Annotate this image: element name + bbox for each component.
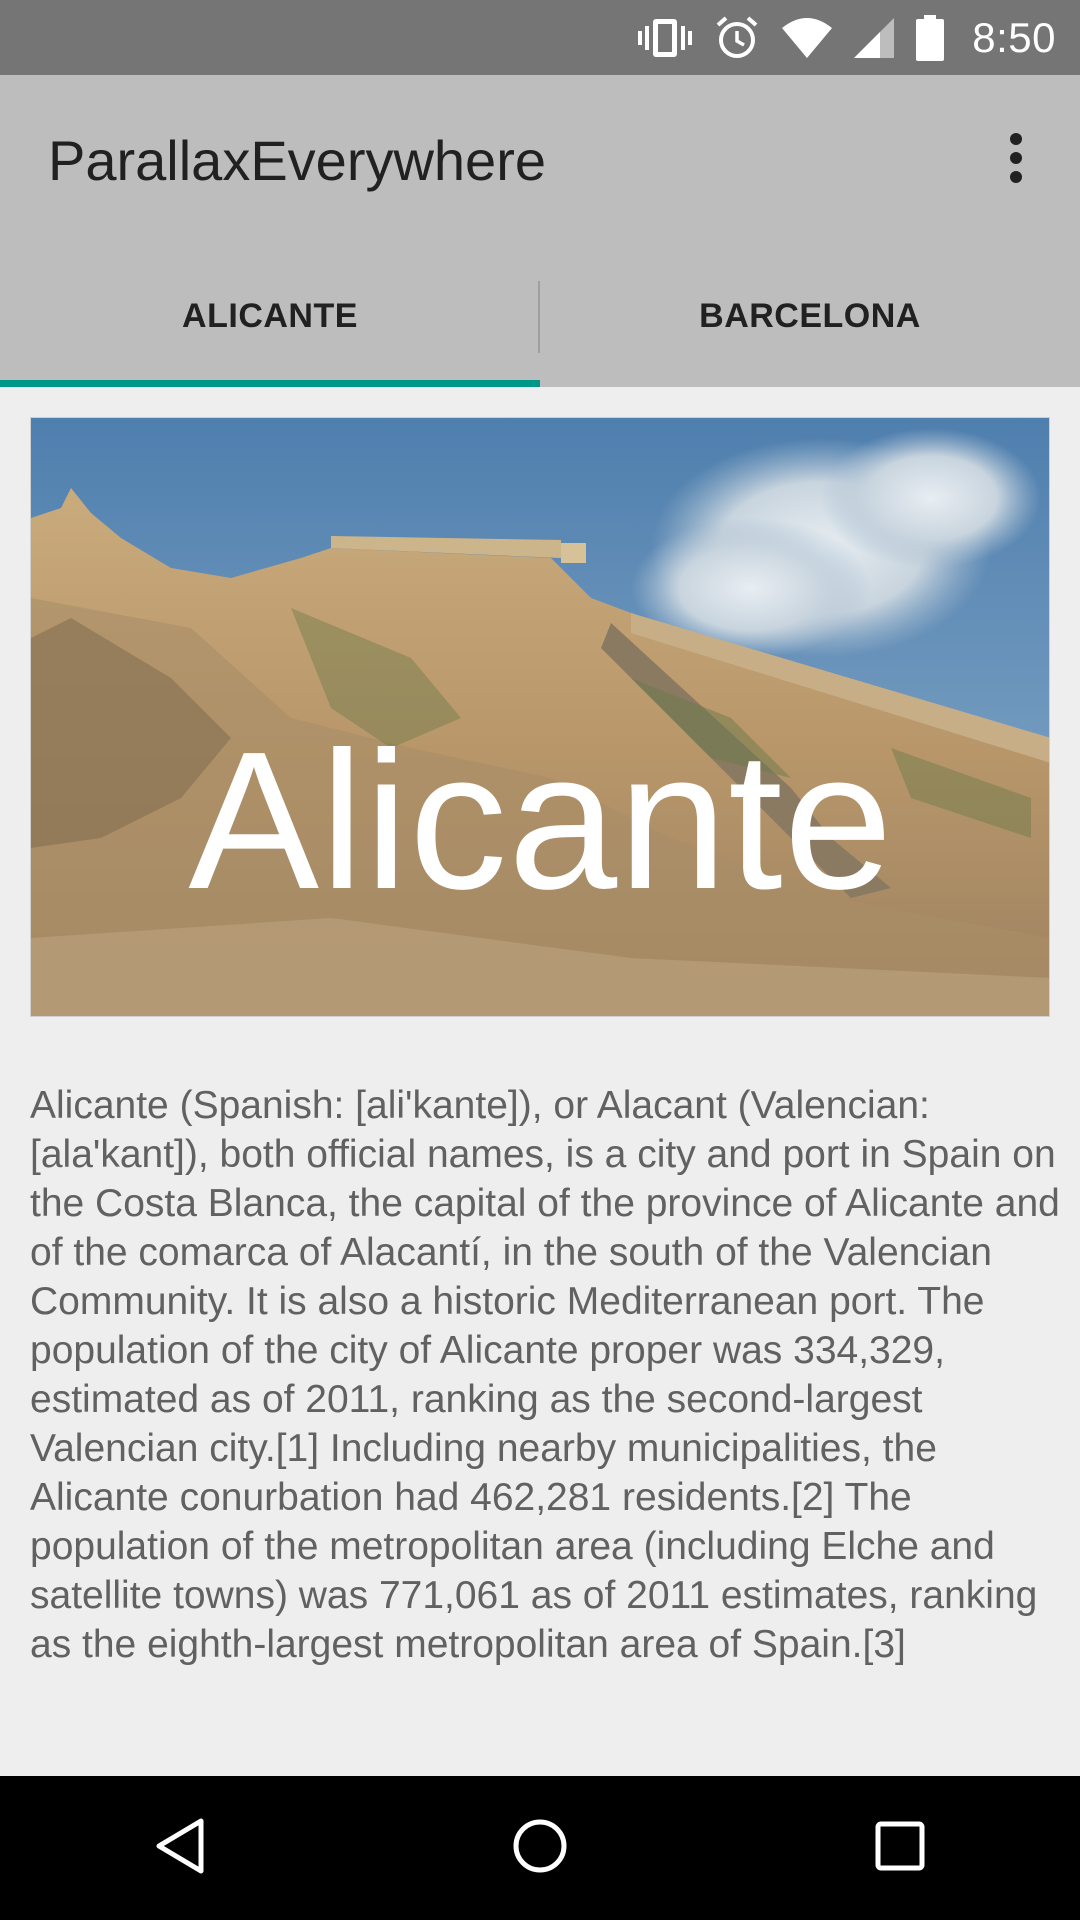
overflow-menu-button[interactable] (986, 120, 1046, 200)
status-icons: 8:50 (638, 13, 1056, 63)
app-title: ParallaxEverywhere (48, 128, 546, 192)
content-scroll[interactable]: Alicante Alicante (Spanish: [ali'kante])… (0, 387, 1080, 1776)
recents-button[interactable] (840, 1788, 960, 1908)
status-bar: 8:50 (0, 0, 1080, 75)
tab-indicator (0, 380, 540, 387)
tab-alicante[interactable]: ALICANTE (0, 245, 540, 387)
tab-label: ALICANTE (182, 296, 358, 335)
navigation-bar (0, 1776, 1080, 1920)
more-vert-icon (1008, 132, 1024, 189)
description-text: Alicante (Spanish: [ali'kante]), or Alac… (30, 1084, 1060, 1666)
tab-label: BARCELONA (699, 296, 921, 335)
back-button[interactable] (120, 1788, 240, 1908)
back-icon (153, 1817, 207, 1880)
status-time: 8:50 (972, 13, 1056, 61)
battery-icon (916, 13, 945, 63)
home-icon (512, 1818, 568, 1879)
tab-barcelona[interactable]: BARCELONA (540, 245, 1080, 387)
vibrate-icon (638, 13, 693, 63)
home-button[interactable] (480, 1788, 600, 1908)
signal-icon (854, 13, 895, 63)
tab-bar: ALICANTE BARCELONA (0, 245, 1080, 387)
app-bar: ParallaxEverywhere (0, 75, 1080, 245)
alarm-icon (714, 13, 760, 63)
hero-title: Alicante (188, 711, 894, 930)
recents-icon (875, 1821, 925, 1876)
hero-image: Alicante (30, 417, 1050, 1017)
wifi-icon (782, 13, 833, 63)
